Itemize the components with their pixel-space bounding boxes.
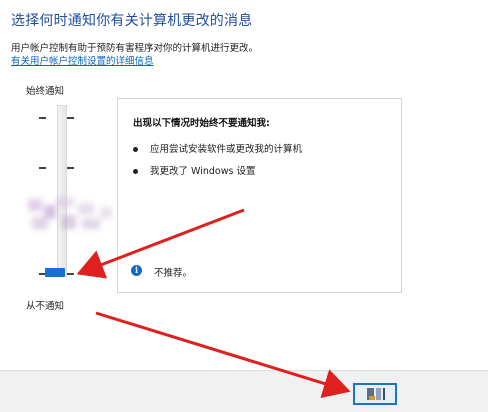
bullet-icon	[133, 169, 138, 174]
page-description: 用户帐户控制有助于预防有害程序对你的计算机进行更改。	[11, 43, 259, 54]
info-icon: i	[131, 265, 142, 276]
list-item-text: 应用尝试安装软件或更改我的计算机	[150, 144, 303, 155]
button-glyph-icon	[367, 388, 385, 400]
blurred-overlay	[28, 197, 112, 229]
description-panel: 出现以下情况时始终不要通知我: 应用尝试安装软件或更改我的计算机 我更改了 Wi…	[117, 98, 402, 293]
slider-thumb[interactable]	[45, 268, 65, 277]
slider-top-label: 始终通知	[26, 86, 65, 97]
slider-tick	[39, 117, 46, 119]
slider-tick	[39, 167, 46, 169]
learn-more-link[interactable]: 有关用户帐户控制设置的详细信息	[11, 53, 154, 67]
list-item: 我更改了 Windows 设置	[133, 163, 255, 177]
slider-tick	[67, 167, 74, 169]
slider-tick	[67, 117, 74, 119]
page-title: 选择何时通知你有关计算机更改的消息	[11, 13, 253, 29]
slider-bottom-label: 从不通知	[26, 301, 65, 312]
ok-button[interactable]	[353, 383, 397, 405]
slider-track[interactable]	[57, 105, 67, 277]
panel-heading: 出现以下情况时始终不要通知我:	[133, 118, 270, 129]
dialog-footer	[0, 370, 488, 412]
bullet-icon	[133, 147, 138, 152]
list-item-text: 我更改了 Windows 设置	[150, 166, 256, 177]
list-item: 应用尝试安装软件或更改我的计算机	[133, 141, 302, 155]
slider-tick	[67, 273, 74, 275]
recommendation-text: 不推荐。	[154, 268, 193, 279]
